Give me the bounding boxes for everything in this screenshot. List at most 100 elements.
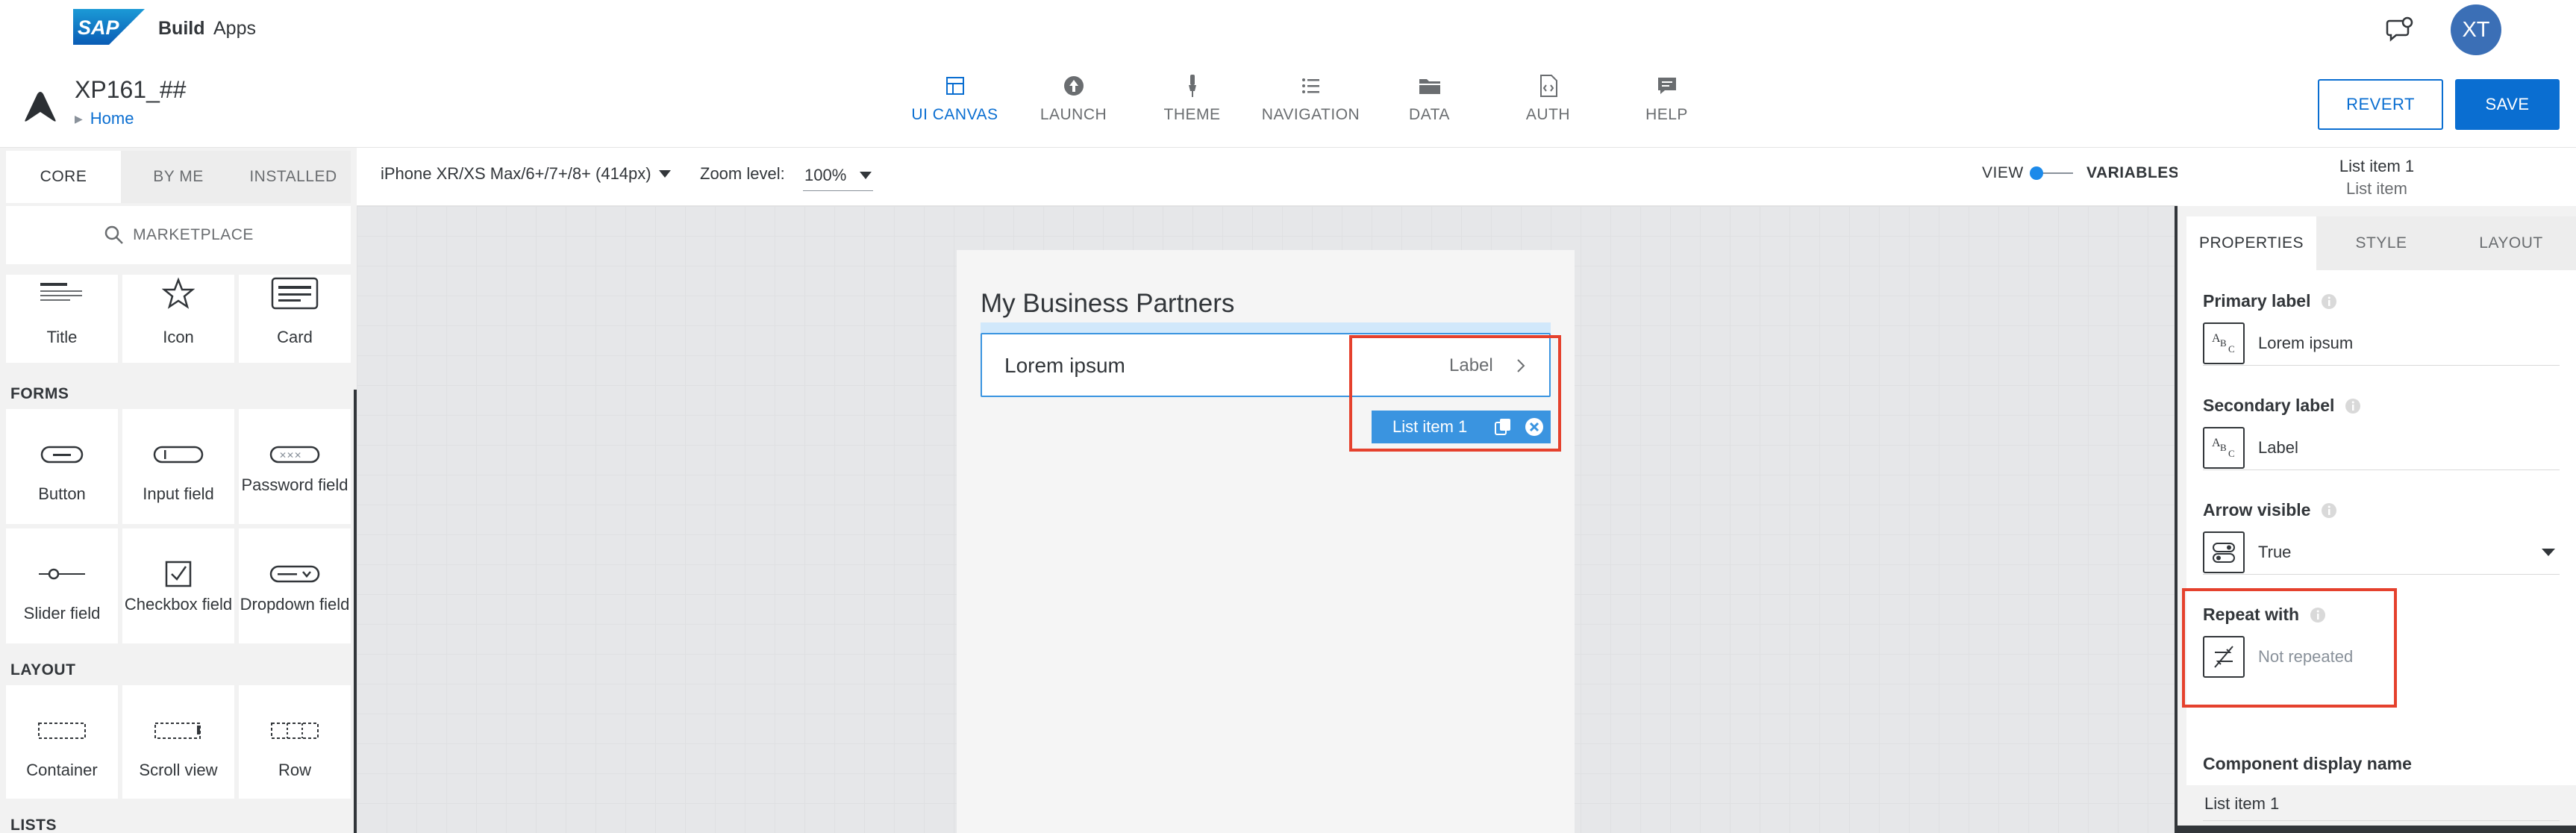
- tile-container[interactable]: Container: [6, 685, 118, 799]
- svg-text:✕✕✕: ✕✕✕: [279, 450, 301, 461]
- theme-brush-icon: [1188, 75, 1196, 97]
- primary-label-value[interactable]: Lorem ipsum: [2258, 334, 2560, 353]
- list-item-primary: Lorem ipsum: [1004, 354, 1125, 377]
- tile-checkbox-field[interactable]: Checkbox field: [122, 528, 234, 643]
- nav-theme[interactable]: THEME: [1133, 73, 1251, 133]
- tile-title[interactable]: Title: [6, 275, 118, 363]
- tile-button[interactable]: Button: [6, 409, 118, 524]
- nav-launch[interactable]: LAUNCH: [1014, 73, 1133, 133]
- card-icon: [269, 275, 321, 312]
- star-icon: [152, 275, 204, 312]
- text-binding-icon[interactable]: ABC: [2203, 426, 2245, 469]
- marketplace-label: MARKETPLACE: [133, 226, 254, 243]
- revert-button[interactable]: REVERT: [2318, 79, 2443, 130]
- tab-core[interactable]: CORE: [6, 151, 121, 203]
- zoom-select[interactable]: 100%: [803, 160, 873, 191]
- toggle-knob: [2030, 166, 2043, 180]
- properties-body: Primary label ABC Lorem ipsum Secondary …: [2186, 270, 2576, 821]
- arrow-visible-value[interactable]: True: [2258, 543, 2542, 562]
- tile-slider-field[interactable]: Slider field: [6, 528, 118, 643]
- zoom-value: 100%: [804, 165, 847, 184]
- auth-file-icon: [1539, 75, 1557, 97]
- view-variables-toggle[interactable]: [2030, 166, 2075, 181]
- launch-icon: [1063, 76, 1084, 96]
- nav-label: DATA: [1409, 106, 1450, 123]
- nav-navigation[interactable]: NAVIGATION: [1251, 73, 1370, 133]
- prop-label-text: Component display name: [2203, 754, 2412, 773]
- save-button[interactable]: SAVE: [2455, 79, 2560, 130]
- tile-label: Scroll view: [139, 761, 218, 779]
- tile-icon-component[interactable]: Icon: [122, 275, 234, 363]
- tile-card[interactable]: Card: [239, 275, 351, 363]
- device-value: iPhone XR/XS Max/6+/7+/8+ (414px): [381, 164, 651, 183]
- svg-text:C: C: [2228, 448, 2235, 459]
- info-icon[interactable]: [2345, 398, 2361, 414]
- svg-text:B: B: [2220, 442, 2227, 453]
- tile-label: Button: [38, 484, 86, 503]
- app-header: XP161_## ▶ Home UI CANVAS LAUNCH THEME N…: [0, 60, 2576, 148]
- dropdown-icon: [269, 555, 321, 593]
- properties-tabs: PROPERTIES STYLE LAYOUT: [2186, 216, 2576, 270]
- section-forms: FORMS: [10, 385, 69, 402]
- container-icon: [36, 712, 88, 749]
- nav-ui-canvas[interactable]: UI CANVAS: [895, 73, 1014, 133]
- sap-logo[interactable]: SAP: [73, 9, 145, 45]
- tab-style[interactable]: STYLE: [2316, 216, 2446, 270]
- section-lists: LISTS: [10, 817, 57, 833]
- navigation-list-icon: [1301, 78, 1319, 93]
- ui-canvas-icon: [945, 77, 964, 95]
- svg-text:SAP: SAP: [78, 16, 120, 39]
- device-select[interactable]: iPhone XR/XS Max/6+/7+/8+ (414px): [381, 164, 671, 184]
- tile-dropdown-field[interactable]: Dropdown field: [239, 528, 351, 643]
- folder-icon: [1419, 79, 1440, 94]
- tile-password-field[interactable]: ✕✕✕ Password field: [239, 409, 351, 524]
- nav-label: HELP: [1645, 106, 1688, 123]
- nav-auth[interactable]: AUTH: [1489, 73, 1607, 133]
- breadcrumb: ▶ Home: [75, 109, 134, 128]
- tile-label: Container: [26, 761, 98, 779]
- tab-installed[interactable]: INSTALLED: [236, 151, 351, 203]
- tile-label: Card: [277, 328, 313, 346]
- toggle-binding-icon[interactable]: [2203, 531, 2245, 573]
- page-title[interactable]: My Business Partners: [981, 289, 1234, 319]
- panel-bottom-edge: [2175, 826, 2576, 833]
- tile-label: Slider field: [23, 604, 101, 623]
- ui-canvas[interactable]: My Business Partners Lorem ipsum Label L…: [357, 206, 2178, 833]
- brand-build: Build: [158, 18, 205, 39]
- input-field-icon: [152, 436, 204, 473]
- breadcrumb-home-link[interactable]: Home: [90, 109, 134, 128]
- secondary-label-value[interactable]: Label: [2258, 438, 2560, 458]
- tab-layout[interactable]: LAYOUT: [2446, 216, 2576, 270]
- chat-notification-icon[interactable]: [2385, 15, 2415, 45]
- secondary-label-field[interactable]: ABC Label: [2203, 425, 2560, 470]
- user-avatar[interactable]: XT: [2451, 4, 2501, 55]
- tab-properties[interactable]: PROPERTIES: [2186, 216, 2316, 270]
- primary-label-field[interactable]: ABC Lorem ipsum: [2203, 321, 2560, 366]
- primary-label-heading: Primary label: [2203, 291, 2337, 311]
- text-binding-icon[interactable]: ABC: [2203, 322, 2245, 364]
- selected-component-title: List item 1: [2339, 157, 2415, 175]
- caret-down-icon[interactable]: [2542, 548, 2555, 556]
- help-chat-icon: [1657, 78, 1676, 94]
- marketplace-button[interactable]: MARKETPLACE: [6, 206, 351, 264]
- nav-help[interactable]: HELP: [1607, 73, 1726, 133]
- annotation-highlight-repeat-with: [2182, 588, 2397, 708]
- component-display-name-input[interactable]: List item 1: [2203, 787, 2560, 821]
- annotation-highlight-list-item: [1349, 335, 1561, 452]
- global-topbar: SAP Build Apps XT: [0, 0, 2576, 60]
- tile-label: Dropdown field: [240, 595, 350, 614]
- prop-label-text: Primary label: [2203, 291, 2311, 311]
- nav-label: UI CANVAS: [911, 106, 998, 123]
- tile-input-field[interactable]: Input field: [122, 409, 234, 524]
- zoom-label: Zoom level:: [700, 164, 785, 183]
- brand-apps: Apps: [213, 18, 256, 39]
- tile-scroll-view[interactable]: Scroll view: [122, 685, 234, 799]
- arrow-visible-heading: Arrow visible: [2203, 500, 2337, 520]
- info-icon[interactable]: [2321, 293, 2337, 310]
- info-icon[interactable]: [2321, 502, 2337, 519]
- arrow-visible-field[interactable]: True: [2203, 530, 2560, 575]
- nav-data[interactable]: DATA: [1370, 73, 1489, 133]
- tile-row[interactable]: Row: [239, 685, 351, 799]
- selected-component-type: List item: [2346, 179, 2407, 198]
- tab-by-me[interactable]: BY ME: [121, 151, 236, 203]
